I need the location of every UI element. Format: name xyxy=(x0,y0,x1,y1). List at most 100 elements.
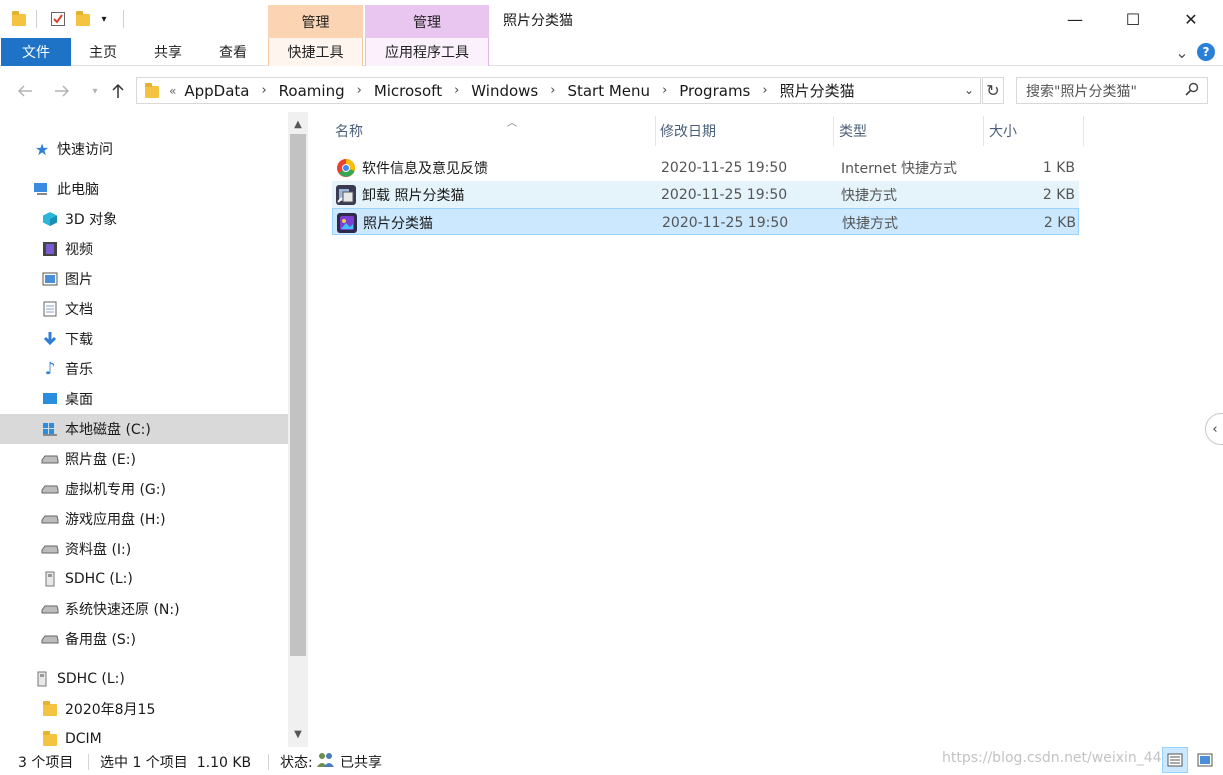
toolbar-divider xyxy=(36,10,37,28)
properties-icon[interactable] xyxy=(48,9,68,29)
sidebar-item-label: 视频 xyxy=(65,242,93,258)
sidebar-item-label: 资料盘 (I:) xyxy=(65,542,132,558)
file-size-cell: 2 KB xyxy=(1042,186,1075,203)
sidebar-item-drive-g[interactable]: 虚拟机专用 (G:) xyxy=(0,474,288,504)
refresh-button[interactable]: ↻ xyxy=(982,77,1004,104)
sidebar-item-drive-h[interactable]: 游戏应用盘 (H:) xyxy=(0,504,288,534)
sidebar-item-drive-e[interactable]: 照片盘 (E:) xyxy=(0,444,288,474)
file-row[interactable]: 照片分类猫 2020-11-25 19:50 快捷方式 2 KB xyxy=(332,208,1079,235)
address-history-dropdown[interactable]: ⌄ xyxy=(964,83,974,97)
sidebar-item-quick-access[interactable]: ★ 快速访问 xyxy=(0,134,288,164)
file-row[interactable]: 软件信息及意见反馈 2020-11-25 19:50 Internet 快捷方式… xyxy=(332,154,1079,181)
sidebar-item-sdhc-l[interactable]: SDHC (L:) xyxy=(0,564,288,594)
column-divider[interactable] xyxy=(655,116,656,146)
breadcrumb-overflow[interactable]: « xyxy=(169,84,176,98)
scroll-down-arrow-icon[interactable]: ▼ xyxy=(288,724,308,744)
sidebar-item-this-pc[interactable]: 此电脑 xyxy=(0,174,288,204)
sidebar-item-3d-objects[interactable]: 3D 对象 xyxy=(0,204,288,234)
tab-application-tools[interactable]: 应用程序工具 xyxy=(365,38,489,66)
tab-home[interactable]: 主页 xyxy=(78,38,128,66)
column-header-date[interactable]: 修改日期 xyxy=(657,116,833,146)
status-bar: 3 个项目 选中 1 个项目 1.10 KB 状态: 已共享 https://b… xyxy=(0,747,1223,775)
sidebar-scrollbar[interactable]: ▲ ▼ xyxy=(288,112,308,747)
customize-quick-access-icon[interactable]: ▾ xyxy=(97,9,111,29)
minimize-button[interactable]: — xyxy=(1046,0,1104,38)
sidebar-item-documents[interactable]: 文档 xyxy=(0,294,288,324)
search-input[interactable]: 搜索"照片分类猫" xyxy=(1016,77,1208,104)
column-divider[interactable] xyxy=(833,116,834,146)
sidebar-item-label: 2020年8月15 xyxy=(65,702,156,718)
address-bar[interactable]: « AppData › Roaming › Microsoft › Window… xyxy=(136,77,981,104)
sidebar-item-music[interactable]: ♪ 音乐 xyxy=(0,354,288,384)
tab-file[interactable]: 文件 xyxy=(1,38,71,66)
tab-share[interactable]: 共享 xyxy=(143,38,193,66)
column-header-type[interactable]: 类型 xyxy=(836,116,982,146)
help-button[interactable]: ? xyxy=(1196,42,1216,62)
title-bar: ▾ 管理 管理 照片分类猫 — ☐ ✕ xyxy=(0,0,1223,38)
sidebar-item-label: DCIM xyxy=(65,731,102,747)
breadcrumb-separator[interactable]: › xyxy=(261,83,266,98)
sidebar-item-pictures[interactable]: 图片 xyxy=(0,264,288,294)
close-button[interactable]: ✕ xyxy=(1162,0,1220,38)
scroll-up-arrow-icon[interactable]: ▲ xyxy=(288,114,308,134)
column-divider[interactable] xyxy=(1083,116,1084,146)
sidebar-item-downloads[interactable]: 下载 xyxy=(0,324,288,354)
cube-icon xyxy=(41,210,59,228)
desktop-icon xyxy=(41,390,59,408)
breadcrumb-separator[interactable]: › xyxy=(357,83,362,98)
breadcrumb-roaming[interactable]: Roaming xyxy=(279,82,345,100)
file-row[interactable]: 卸载 照片分类猫 2020-11-25 19:50 快捷方式 2 KB xyxy=(332,181,1079,208)
column-header-name[interactable]: 名称 xyxy=(332,116,655,146)
video-icon xyxy=(41,240,59,258)
new-folder-icon[interactable] xyxy=(74,9,92,29)
sidebar-item-drive-s[interactable]: 备用盘 (S:) xyxy=(0,624,288,654)
sidebar-item-desktop[interactable]: 桌面 xyxy=(0,384,288,414)
help-icon: ? xyxy=(1197,43,1215,61)
breadcrumb-start-menu[interactable]: Start Menu xyxy=(567,82,650,100)
sidebar-item-sdhc-root[interactable]: SDHC (L:) xyxy=(0,664,288,694)
breadcrumb-microsoft[interactable]: Microsoft xyxy=(374,82,442,100)
watermark-text: https://blog.csdn.net/weixin_44 xyxy=(942,750,1162,766)
toolbar-divider xyxy=(123,10,124,28)
breadcrumb-separator[interactable]: › xyxy=(762,83,767,98)
sidebar-item-label: 3D 对象 xyxy=(65,212,118,228)
document-icon xyxy=(41,300,59,318)
sd-card-icon xyxy=(33,670,51,688)
folder-icon xyxy=(145,82,159,99)
sidebar-item-label: 桌面 xyxy=(65,392,93,408)
breadcrumb-windows[interactable]: Windows xyxy=(471,82,538,100)
item-count: 3 个项目 xyxy=(18,755,74,771)
sidebar-item-local-disk-c[interactable]: 本地磁盘 (C:) xyxy=(0,414,288,444)
breadcrumb-separator[interactable]: › xyxy=(550,83,555,98)
breadcrumb-separator[interactable]: › xyxy=(662,83,667,98)
drive-icon xyxy=(41,600,59,618)
forward-button[interactable] xyxy=(51,80,73,102)
back-button[interactable] xyxy=(14,80,36,102)
sidebar-item-folder-2020[interactable]: 2020年8月15 xyxy=(0,694,288,724)
details-view-button[interactable] xyxy=(1162,747,1188,773)
breadcrumb-programs[interactable]: Programs xyxy=(679,82,750,100)
file-type-cell: Internet 快捷方式 xyxy=(841,160,958,177)
column-header-size[interactable]: 大小 xyxy=(986,116,1082,146)
sidebar-item-label: SDHC (L:) xyxy=(57,671,125,687)
breadcrumb-separator[interactable]: › xyxy=(454,83,459,98)
recent-locations-button[interactable]: ▾ xyxy=(84,80,106,102)
breadcrumb-current-folder[interactable]: 照片分类猫 xyxy=(780,80,855,101)
sidebar-item-drive-i[interactable]: 资料盘 (I:) xyxy=(0,534,288,564)
sidebar-item-label: 本地磁盘 (C:) xyxy=(65,422,151,438)
sidebar-item-drive-n[interactable]: 系统快速还原 (N:) xyxy=(0,594,288,624)
large-icons-view-button[interactable] xyxy=(1192,747,1218,773)
expand-ribbon-icon[interactable]: ⌄ xyxy=(1172,42,1192,62)
star-icon: ★ xyxy=(34,139,50,159)
tab-shortcut-tools[interactable]: 快捷工具 xyxy=(268,38,363,66)
sidebar-item-videos[interactable]: 视频 xyxy=(0,234,288,264)
breadcrumb-appdata[interactable]: AppData xyxy=(184,82,249,100)
column-divider[interactable] xyxy=(983,116,984,146)
sd-card-icon xyxy=(41,570,59,588)
tab-view[interactable]: 查看 xyxy=(208,38,258,66)
shared-users-icon xyxy=(316,751,336,773)
sidebar-item-folder-dcim[interactable]: DCIM xyxy=(0,724,288,747)
up-button[interactable] xyxy=(107,80,129,102)
scrollbar-thumb[interactable] xyxy=(290,134,306,656)
maximize-button[interactable]: ☐ xyxy=(1104,0,1162,38)
